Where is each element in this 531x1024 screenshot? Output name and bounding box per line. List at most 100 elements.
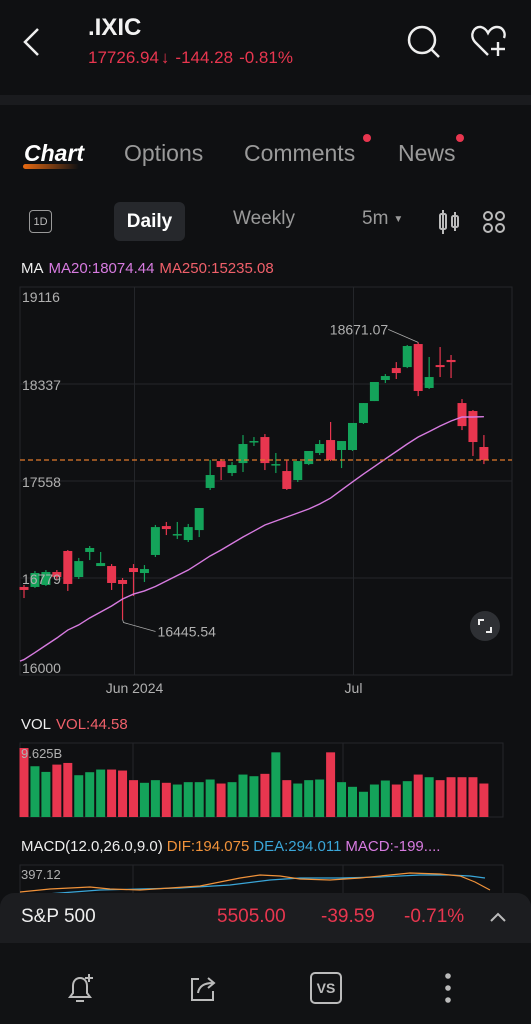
search-icon[interactable] <box>406 24 442 60</box>
volume-bar <box>227 782 237 817</box>
more-options-button[interactable] <box>428 968 468 1008</box>
y-tick-label: 16000 <box>22 660 61 676</box>
y-tick-label: 16779 <box>22 571 61 587</box>
candle-body <box>435 365 445 368</box>
macd-max-label: 397.12 <box>21 867 61 882</box>
price-change-pct: -0.81% <box>239 48 293 67</box>
candle <box>315 440 325 455</box>
interval-value: 5m <box>362 208 389 229</box>
candle <box>183 523 193 543</box>
candle <box>391 362 401 380</box>
candle-body <box>19 586 29 590</box>
interval-dropdown[interactable]: 5m ▼ <box>362 208 403 230</box>
back-icon[interactable] <box>20 26 44 58</box>
candle <box>271 452 281 474</box>
candle <box>358 403 368 424</box>
ma-legend: MA MA20:18074.44 MA250:15235.08 <box>21 260 274 277</box>
volume-bar <box>424 777 434 817</box>
price-change: -144.28 <box>175 48 234 67</box>
tab-options[interactable]: Options <box>124 140 203 167</box>
ma20-line <box>19 415 484 662</box>
candle <box>216 458 226 481</box>
indicators-grid-icon[interactable] <box>482 210 506 234</box>
candle-body <box>172 534 182 536</box>
candle <box>63 549 73 591</box>
candle-body <box>139 569 149 574</box>
period-weekly-button[interactable]: Weekly <box>233 208 295 230</box>
volume-bar <box>30 766 40 817</box>
candle-body <box>315 444 325 453</box>
candle-body <box>468 411 478 443</box>
add-watchlist-heart-icon[interactable] <box>470 24 514 60</box>
volume-bar <box>413 774 423 817</box>
candle <box>150 524 160 557</box>
candle <box>446 354 456 379</box>
high-annotation: 18671.07 <box>330 321 389 337</box>
candle <box>205 459 215 490</box>
chevron-up-icon[interactable] <box>488 910 508 924</box>
down-arrow-icon: ↓ <box>160 48 170 67</box>
vol-value: VOL:44.58 <box>56 716 128 733</box>
compare-vs-button[interactable]: VS <box>306 968 346 1008</box>
volume-bar <box>183 782 193 817</box>
volume-bar <box>63 762 73 817</box>
macd-value: MACD:-199.... <box>345 838 441 855</box>
candle <box>369 382 379 402</box>
tab-news[interactable]: News <box>398 140 456 167</box>
candle-body <box>205 475 215 488</box>
period-daily-button[interactable]: Daily <box>114 202 185 241</box>
candle-body <box>249 441 259 443</box>
candle-body <box>74 561 84 578</box>
tab-chart[interactable]: Chart <box>24 140 84 167</box>
ticker-name: S&P 500 <box>21 906 96 927</box>
dif-line <box>19 872 491 893</box>
volume-bar <box>260 773 270 817</box>
volume-bar <box>194 782 204 817</box>
price-alert-button[interactable] <box>61 968 101 1008</box>
tab-comments[interactable]: Comments <box>244 140 355 167</box>
x-tick-label: Jul <box>345 680 363 696</box>
candle-body <box>107 566 117 583</box>
candle <box>282 459 292 490</box>
volume-bar <box>435 780 445 817</box>
volume-bar <box>337 782 347 817</box>
candle <box>260 434 270 471</box>
candle-body <box>337 441 347 450</box>
y-tick-label: 19116 <box>22 289 60 305</box>
candlestick-type-icon[interactable] <box>437 209 461 235</box>
active-tab-indicator <box>23 164 79 169</box>
symbol-title: .IXIC <box>88 14 142 41</box>
ticker-change: -39.59 <box>321 906 375 927</box>
candle-body <box>304 450 314 465</box>
candle <box>172 521 182 540</box>
volume-bar <box>107 769 117 817</box>
candle <box>74 557 84 579</box>
intraday-1d-button[interactable]: 1D <box>29 210 52 233</box>
candle-body <box>348 422 357 450</box>
volume-bar <box>172 784 182 817</box>
candle-body <box>260 437 270 464</box>
volume-bar <box>249 776 259 817</box>
candle <box>249 437 259 447</box>
low-annotation-leader <box>122 619 156 632</box>
candle-body <box>161 526 171 530</box>
volume-bar <box>315 779 325 817</box>
candle <box>293 461 303 482</box>
candle <box>424 356 434 389</box>
market-ticker-bar[interactable]: S&P 500 5505.00 -39.59 -0.71% <box>0 893 531 943</box>
quote-line: 17726.94 ↓ -144.28 -0.81% <box>88 48 293 68</box>
macd-label: MACD(12.0,26.0,9.0) <box>21 838 163 855</box>
low-annotation: 16445.54 <box>158 624 217 640</box>
candle <box>457 399 467 431</box>
candle-body <box>413 344 423 391</box>
candle <box>129 564 138 597</box>
fullscreen-button[interactable] <box>470 611 500 641</box>
share-button[interactable] <box>183 968 223 1008</box>
high-annotation-leader <box>388 329 419 343</box>
x-tick-label: Jun 2024 <box>106 680 164 696</box>
candle-body <box>183 527 193 541</box>
price-chart[interactable]: 19116 18337 17558 16779 16000 Jun 2024 J… <box>0 280 531 700</box>
candle <box>435 347 445 378</box>
candle-body <box>380 376 390 381</box>
ticker-price: 5505.00 <box>217 906 286 927</box>
